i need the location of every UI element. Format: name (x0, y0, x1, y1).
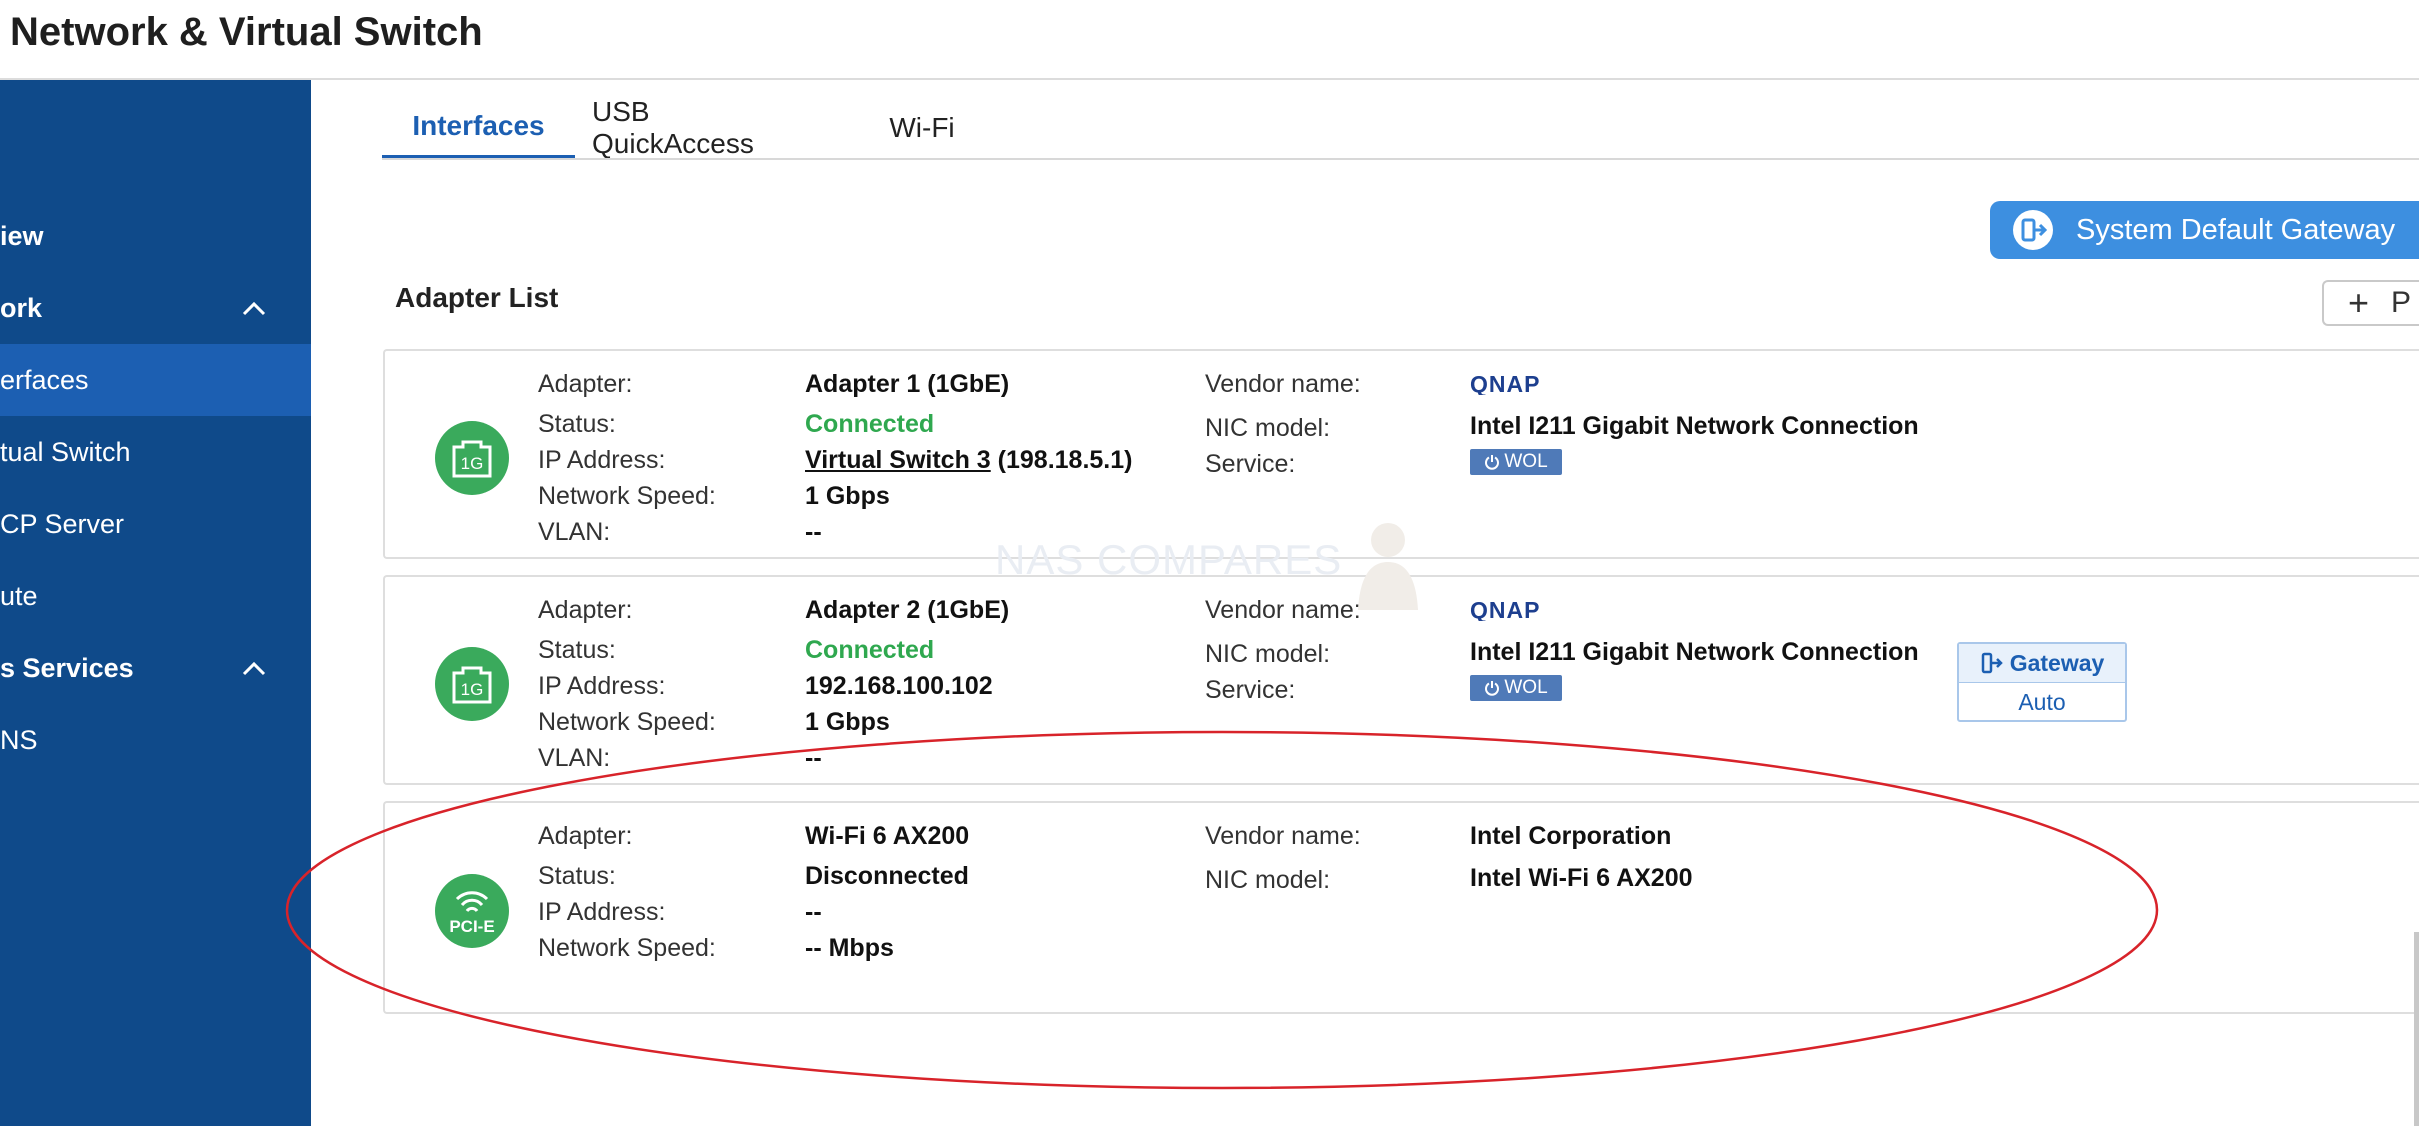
adapter-list-title: Adapter List (395, 282, 559, 313)
nic-model-value: Intel I211 Gigabit Network Connection (1470, 412, 1919, 440)
sidebar-item-overview[interactable]: iew (0, 200, 311, 272)
network-speed-label: Network Speed: (538, 482, 716, 510)
sidebar-item-access-services[interactable]: s Services (0, 632, 311, 704)
scrollbar[interactable] (2414, 932, 2419, 1126)
sidebar-item-label: s Services (0, 652, 134, 683)
plus-icon: + (2348, 282, 2370, 323)
vendor-name-value: Intel Corporation (1470, 822, 1672, 850)
nic-model-label: NIC model: (1205, 640, 1331, 668)
ip-address-label: IP Address: (538, 898, 666, 926)
tab-usb-quickaccess[interactable]: USB QuickAccess (592, 96, 817, 160)
vendor-name-label: Vendor name: (1205, 822, 1361, 850)
vlan-value: -- (805, 744, 822, 772)
wol-label: WOL (1504, 451, 1548, 472)
adapter-name: Adapter 2 (1GbE) (805, 596, 1010, 624)
status-label: Status: (538, 410, 616, 438)
chevron-up-icon[interactable] (241, 296, 267, 322)
network-speed-label: Network Speed: (538, 934, 716, 962)
adapter-icon-text: PCI-E (449, 917, 494, 936)
adapter-name: Wi-Fi 6 AX200 (805, 822, 970, 850)
tab-interfaces[interactable]: Interfaces (382, 96, 575, 160)
sidebar-item-dhcp-server[interactable]: CP Server (0, 488, 311, 560)
adapter-label: Adapter: (538, 822, 633, 850)
sidebar-item-label: iew (0, 220, 44, 251)
add-button-label: P (2391, 286, 2412, 319)
watermark-figure-icon (1358, 523, 1418, 610)
wol-badge[interactable]: WOL (1470, 675, 1562, 701)
ip-address-label: IP Address: (538, 672, 666, 700)
gateway-badge[interactable]: Gateway Auto (1957, 642, 2127, 722)
sidebar-item-route[interactable]: ute (0, 560, 311, 632)
network-speed-value: 1 Gbps (805, 708, 890, 736)
watermark: NAS COMPARES (995, 536, 1343, 583)
vlan-label: VLAN: (538, 518, 611, 546)
sidebar-item-label: ute (0, 580, 38, 611)
adapter-icon-text: 1G (461, 680, 484, 699)
nic-model-label: NIC model: (1205, 866, 1331, 894)
vendor-name-label: Vendor name: (1205, 370, 1361, 398)
qnap-logo: QNAP (1470, 599, 1540, 621)
chevron-up-icon[interactable] (241, 656, 267, 682)
add-button[interactable]: + P (2322, 280, 2419, 326)
sidebar-item-label: tual Switch (0, 436, 131, 467)
sidebar-item-label: ork (0, 292, 43, 323)
ip-address-text: (198.18.5.1) (990, 446, 1133, 474)
sidebar-item-virtual-switch[interactable]: tual Switch (0, 416, 311, 488)
status-label: Status: (538, 862, 616, 890)
tab-wifi[interactable]: Wi-Fi (882, 96, 962, 160)
nic-model-value: Intel Wi-Fi 6 AX200 (1470, 864, 1693, 892)
ethernet-port-icon: 1G (435, 421, 509, 495)
wol-badge[interactable]: WOL (1470, 449, 1562, 475)
qnap-logo: QNAP (1470, 373, 1540, 395)
gateway-badge-label: Gateway (2009, 649, 2105, 676)
vendor-name-label: Vendor name: (1205, 596, 1361, 624)
status-label: Status: (538, 636, 616, 664)
system-default-gateway-button[interactable]: System Default Gateway (1990, 201, 2419, 259)
svg-text:QNAP: QNAP (1470, 373, 1540, 395)
gateway-button-label: System Default Gateway (2076, 213, 2396, 246)
ip-address-value: 192.168.100.102 (805, 672, 993, 700)
network-speed-value: 1 Gbps (805, 482, 890, 510)
service-label: Service: (1205, 676, 1296, 704)
header-divider (0, 78, 2419, 80)
app-title: Network & Virtual Switch (10, 10, 483, 54)
adapter-label: Adapter: (538, 596, 633, 624)
ip-address-value: -- (805, 898, 822, 926)
nic-model-label: NIC model: (1205, 414, 1331, 442)
status-value: Disconnected (805, 862, 969, 890)
adapter-icon-text: 1G (461, 454, 484, 473)
ethernet-port-icon: 1G (435, 647, 509, 721)
sidebar-item-ddns[interactable]: NS (0, 704, 311, 776)
network-speed-label: Network Speed: (538, 708, 716, 736)
sidebar-item-interfaces[interactable]: erfaces (0, 344, 311, 416)
vlan-value: -- (805, 518, 822, 546)
ip-address-label: IP Address: (538, 446, 666, 474)
status-value: Connected (805, 410, 935, 438)
virtual-switch-link[interactable]: Virtual Switch 3 (805, 446, 991, 474)
ip-address-value: Virtual Switch 3 (198.18.5.1) (805, 446, 1132, 475)
power-icon (1485, 681, 1500, 696)
adapter-card[interactable]: PCI-E Adapter: Wi-Fi 6 AX200 Status: Dis… (383, 801, 2419, 1014)
sidebar-item-label: NS (0, 724, 38, 755)
sidebar: iew ork erfaces tual Switch CP Server ut… (0, 80, 311, 1126)
nic-model-value: Intel I211 Gigabit Network Connection (1470, 638, 1919, 666)
gateway-icon (2013, 210, 2053, 250)
vlan-label: VLAN: (538, 744, 611, 772)
svg-text:QNAP: QNAP (1470, 599, 1540, 621)
sidebar-item-label: CP Server (0, 508, 125, 539)
gateway-icon (1981, 652, 2003, 674)
sidebar-item-network[interactable]: ork (0, 272, 311, 344)
service-label: Service: (1205, 450, 1296, 478)
status-value: Connected (805, 636, 935, 664)
power-icon (1485, 455, 1500, 470)
adapter-name: Adapter 1 (1GbE) (805, 370, 1010, 398)
sidebar-item-label: erfaces (0, 364, 89, 395)
tab-divider (382, 158, 2419, 160)
adapter-label: Adapter: (538, 370, 633, 398)
wol-label: WOL (1504, 677, 1548, 698)
wifi-pcie-icon: PCI-E (435, 874, 509, 948)
network-speed-value: -- Mbps (805, 934, 894, 962)
gateway-mode: Auto (2018, 688, 2066, 715)
